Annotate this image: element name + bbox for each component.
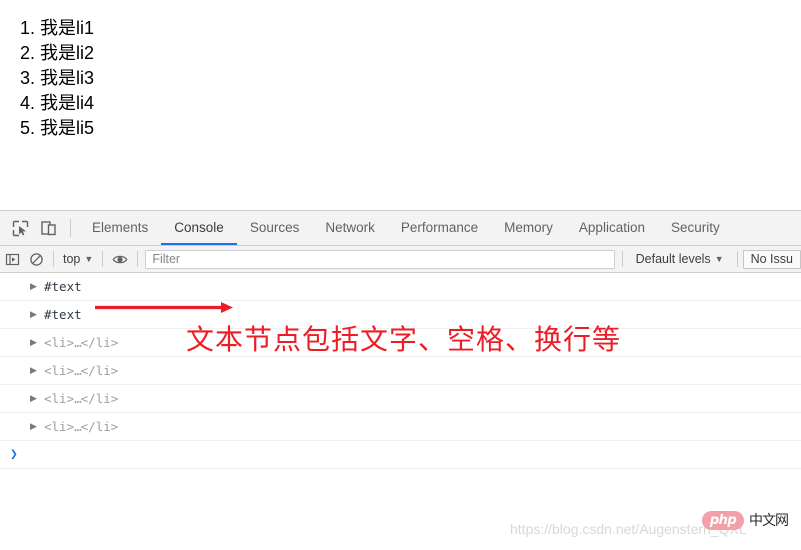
toolbar-divider <box>621 251 623 267</box>
tag-open: <li> <box>44 363 75 378</box>
console-row-text-node[interactable]: ▶ #text <box>0 273 801 301</box>
list-item: 我是li5 <box>40 116 801 141</box>
php-badge: php <box>702 510 744 530</box>
clear-console-icon[interactable] <box>24 248 48 270</box>
tab-performance[interactable]: Performance <box>388 211 491 245</box>
expand-triangle-icon[interactable]: ▶ <box>30 282 40 291</box>
toolbar-divider <box>137 251 139 267</box>
text-node-label: #text <box>44 279 82 294</box>
console-row-element[interactable]: ▶ <li>…</li> <box>0 329 801 357</box>
ordered-list: 我是li1 我是li2 我是li3 我是li4 我是li5 <box>0 16 801 141</box>
expand-triangle-icon[interactable]: ▶ <box>30 310 40 319</box>
log-levels-label: Default levels <box>635 252 711 266</box>
chevron-down-icon: ▼ <box>84 253 94 264</box>
list-item: 我是li4 <box>40 91 801 116</box>
tag-open: <li> <box>44 391 75 406</box>
tab-console[interactable]: Console <box>161 211 237 245</box>
element-node-label: <li>…</li> <box>44 363 118 378</box>
execution-context-label: top <box>63 252 81 266</box>
tag-open: <li> <box>44 335 75 350</box>
chevron-down-icon: ▼ <box>714 253 724 264</box>
issues-button[interactable]: No Issu <box>742 249 801 269</box>
console-sidebar-icon[interactable] <box>0 248 24 270</box>
tab-elements[interactable]: Elements <box>79 211 161 245</box>
console-row-element[interactable]: ▶ <li>…</li> <box>0 357 801 385</box>
device-toolbar-icon[interactable] <box>34 214 62 242</box>
toolbar-divider <box>70 219 71 237</box>
inspect-element-icon[interactable] <box>6 214 34 242</box>
list-item: 我是li3 <box>40 66 801 91</box>
tab-memory[interactable]: Memory <box>491 211 566 245</box>
devtools-panel: Elements Console Sources Network Perform… <box>0 210 801 550</box>
devtools-tabstrip: Elements Console Sources Network Perform… <box>0 211 801 246</box>
php-site-label: 中文网 <box>749 513 789 529</box>
tag-open: <li> <box>44 419 75 434</box>
toolbar-divider <box>53 251 54 267</box>
console-row-element[interactable]: ▶ <li>…</li> <box>0 385 801 413</box>
tab-security[interactable]: Security <box>658 211 733 245</box>
console-prompt-row[interactable]: ❯ <box>0 441 801 469</box>
text-node-label: #text <box>44 307 82 322</box>
toolbar-divider <box>736 251 738 267</box>
filter-input[interactable] <box>145 249 615 269</box>
tab-network[interactable]: Network <box>312 211 388 245</box>
toolbar-divider <box>102 251 104 267</box>
console-row-element[interactable]: ▶ <li>…</li> <box>0 413 801 441</box>
expand-triangle-icon[interactable]: ▶ <box>30 366 40 375</box>
php-logo-watermark: php 中文网 <box>702 510 789 530</box>
expand-triangle-icon[interactable]: ▶ <box>30 422 40 431</box>
console-output: ▶ #text ▶ #text ▶ <li>…</li> ▶ <li>…</li… <box>0 273 801 469</box>
list-item: 我是li1 <box>40 16 801 41</box>
tag-close: </li> <box>80 419 119 434</box>
console-toolbar: top ▼ Default levels ▼ No Issu <box>0 246 801 273</box>
list-item: 我是li2 <box>40 41 801 66</box>
element-node-label: <li>…</li> <box>44 391 118 406</box>
tag-close: </li> <box>80 363 119 378</box>
tab-sources[interactable]: Sources <box>237 211 313 245</box>
tag-close: </li> <box>80 391 119 406</box>
element-node-label: <li>…</li> <box>44 335 118 350</box>
browser-page-content: 我是li1 我是li2 我是li3 我是li4 我是li5 <box>0 0 801 210</box>
console-row-text-node[interactable]: ▶ #text <box>0 301 801 329</box>
live-expression-icon[interactable] <box>108 248 132 270</box>
tab-application[interactable]: Application <box>566 211 658 245</box>
expand-triangle-icon[interactable]: ▶ <box>30 394 40 403</box>
execution-context-selector[interactable]: top ▼ <box>59 252 97 266</box>
log-levels-selector[interactable]: Default levels ▼ <box>628 252 732 266</box>
tag-close: </li> <box>80 335 119 350</box>
element-node-label: <li>…</li> <box>44 419 118 434</box>
expand-triangle-icon[interactable]: ▶ <box>30 338 40 347</box>
console-prompt-icon: ❯ <box>10 447 18 462</box>
